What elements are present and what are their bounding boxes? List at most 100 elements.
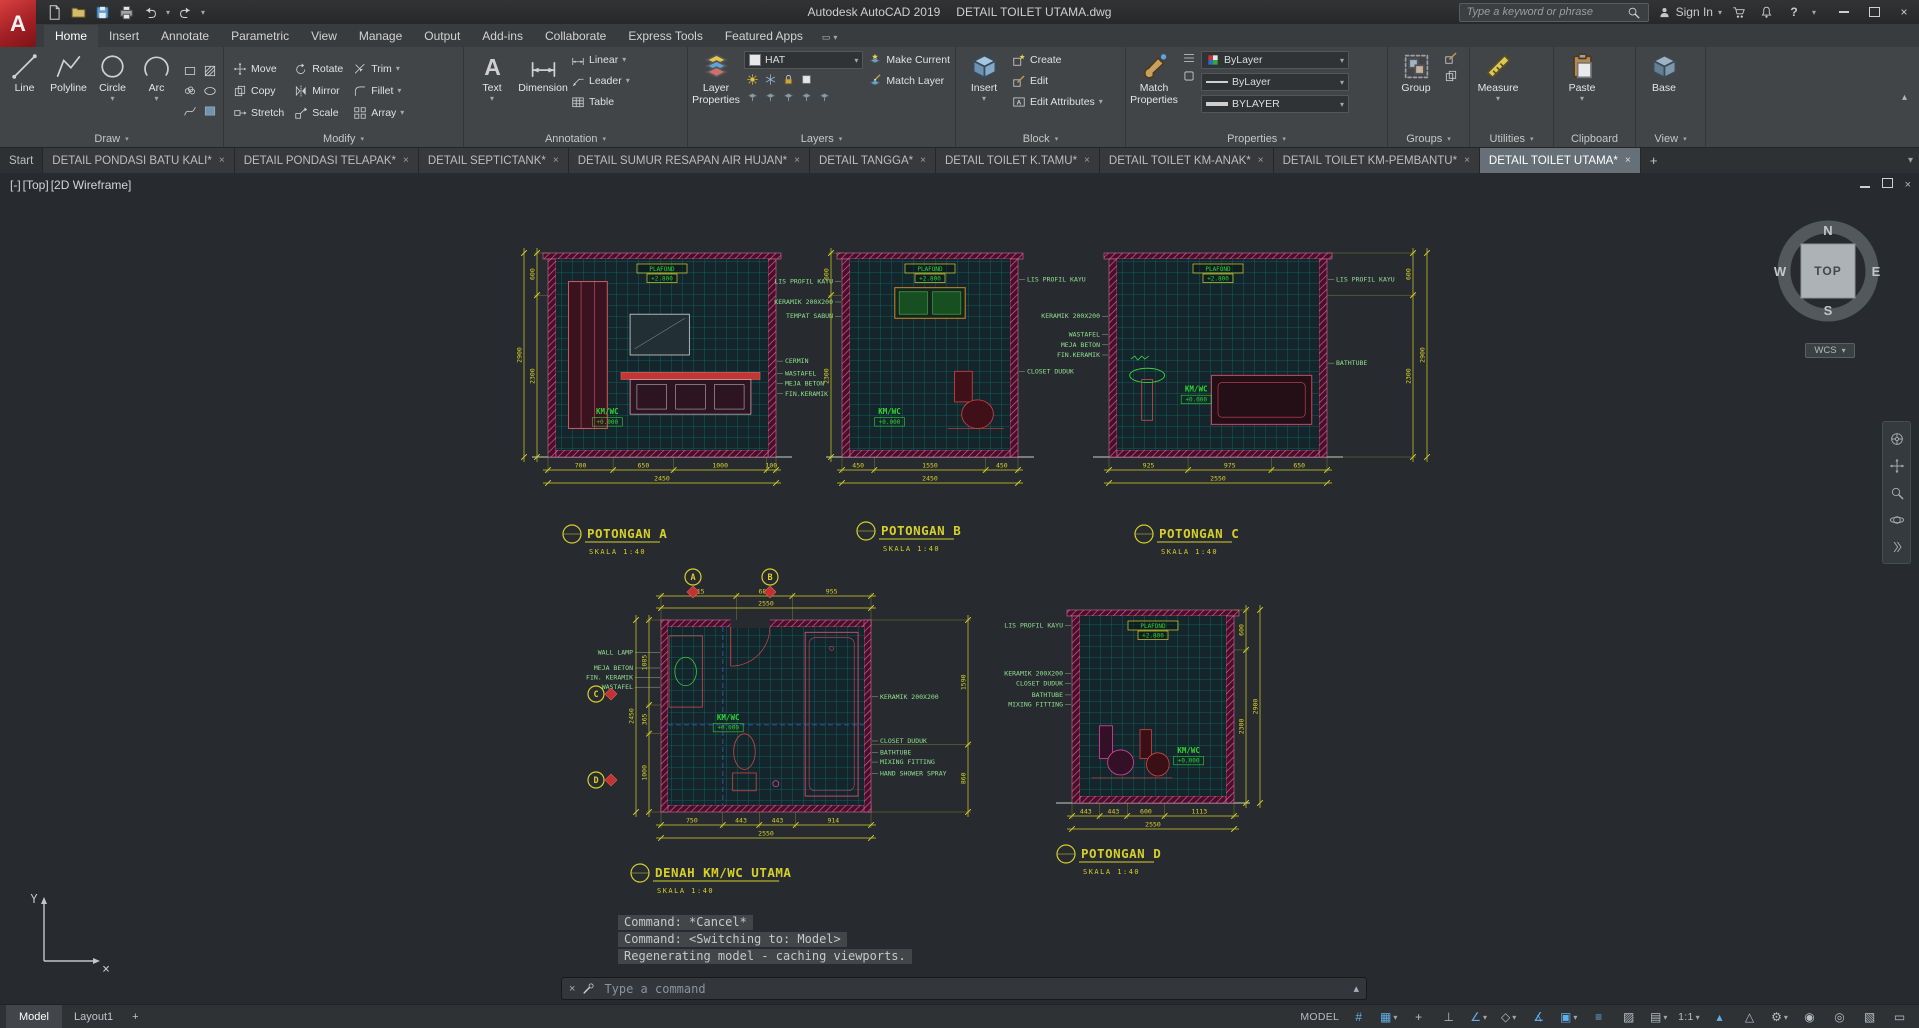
layer-dropdown[interactable]: HAT ▾ <box>744 51 864 69</box>
ribbon-tab-manage[interactable]: Manage <box>348 25 413 47</box>
layer-delete-icon[interactable] <box>818 90 831 103</box>
edit-attributes-button[interactable]: A Edit Attributes ▾ <box>1012 93 1103 110</box>
property-dropdown-0[interactable]: ByLayer ▾ <box>1201 51 1349 69</box>
text-button[interactable]: A Text ▾ <box>469 51 515 130</box>
arc-button[interactable]: Arc ▾ <box>137 51 176 130</box>
layer-on-icon[interactable] <box>746 73 759 86</box>
fillet-button[interactable]: Fillet ▾ <box>353 82 404 99</box>
viewcube-compass[interactable]: N S W E TOP <box>1763 207 1893 337</box>
zoom-icon[interactable] <box>1885 479 1908 506</box>
layer-dropdown-arrow-icon[interactable]: ▾ <box>854 56 858 65</box>
plot-icon[interactable] <box>118 4 135 21</box>
draw-panel-footer[interactable]: Draw ▾ <box>0 130 223 147</box>
measure-button[interactable]: Measure ▾ <box>1475 51 1521 130</box>
file-tab-detail-pondasi-telapak[interactable]: DETAIL PONDASI TELAPAK* × <box>234 148 419 173</box>
layer-unisolate-icon[interactable] <box>764 90 777 103</box>
groups-panel-footer[interactable]: Groups ▾ <box>1388 130 1469 147</box>
ungroup-icon[interactable] <box>1444 69 1458 83</box>
layer-properties-button[interactable]: Layer Properties <box>692 51 740 130</box>
notifications-icon[interactable] <box>1758 3 1776 21</box>
ribbon-tab-output[interactable]: Output <box>413 25 471 47</box>
create-button[interactable]: Create <box>1012 51 1103 68</box>
undo-arrow-icon[interactable]: ▾ <box>166 8 170 17</box>
file-tab-detail-toilet-k-tamu[interactable]: DETAIL TOILET K.TAMU* × <box>935 148 1100 173</box>
file-tab-detail-tangga[interactable]: DETAIL TANGGA* × <box>809 148 936 173</box>
file-tab-close-icon[interactable]: × <box>403 155 409 166</box>
annotation-visibility-icon[interactable]: ▴ <box>1706 1008 1733 1027</box>
ellipse-icon[interactable] <box>201 82 218 99</box>
showmotion-icon[interactable] <box>1885 533 1908 560</box>
orbit-icon[interactable] <box>1885 506 1908 533</box>
property-dropdown-1[interactable]: ByLayer ▾ <box>1201 73 1349 91</box>
viewcube-north[interactable]: N <box>1823 223 1832 238</box>
group-button[interactable]: Group <box>1393 51 1439 130</box>
polyline-button[interactable]: Polyline <box>49 51 88 130</box>
file-tab-close-icon[interactable]: × <box>1084 155 1090 166</box>
graphics-performance-icon[interactable]: ▧ <box>1856 1008 1883 1027</box>
file-tab-close-icon[interactable]: × <box>553 155 559 166</box>
redo-icon[interactable] <box>177 4 194 21</box>
file-tab-close-icon[interactable]: × <box>1625 155 1631 166</box>
sign-in-button[interactable]: Sign In ▾ <box>1658 5 1722 19</box>
viewcube-south[interactable]: S <box>1824 303 1833 318</box>
move-button[interactable]: Move <box>233 60 284 77</box>
layer-color-icon[interactable] <box>800 73 813 86</box>
view-panel-footer[interactable]: View ▾ <box>1636 130 1705 147</box>
doc-close-button[interactable]: × <box>1905 179 1911 191</box>
layer-freeze-new-icon[interactable] <box>782 90 795 103</box>
snap-mode-icon[interactable]: ▦ ▾ <box>1375 1008 1402 1027</box>
command-close-icon[interactable]: × <box>569 983 575 995</box>
new-layout-button[interactable]: + <box>125 1011 145 1023</box>
stretch-button[interactable]: Stretch <box>233 104 284 121</box>
search-input[interactable] <box>1464 5 1625 19</box>
recent-commands-icon[interactable]: ▴ <box>1353 982 1359 995</box>
match-layer-button[interactable]: Match Layer <box>868 72 950 89</box>
file-tab-detail-pondasi-batu-kali[interactable]: DETAIL PONDASI BATU KALI* × <box>43 148 235 173</box>
viewcube-west[interactable]: W <box>1774 264 1787 279</box>
file-tab-close-icon[interactable]: × <box>794 155 800 166</box>
application-menu-button[interactable]: A <box>0 0 36 47</box>
leader-button[interactable]: Leader ▾ <box>571 72 630 89</box>
pan-icon[interactable] <box>1885 452 1908 479</box>
lineweight-icon[interactable]: ≡ <box>1585 1008 1612 1027</box>
make-current-button[interactable]: Make Current <box>868 51 950 68</box>
scale-button[interactable]: Scale <box>294 104 343 121</box>
property-dropdown-2[interactable]: BYLAYER ▾ <box>1201 95 1349 113</box>
ribbon-tab-collaborate[interactable]: Collaborate <box>534 25 617 47</box>
ribbon-tab-featured-apps[interactable]: Featured Apps <box>714 25 814 47</box>
dynamic-input-icon[interactable]: + <box>1405 1008 1432 1027</box>
copy-button[interactable]: Copy <box>233 82 284 99</box>
ribbon-tab-insert[interactable]: Insert <box>98 25 150 47</box>
grid-display-icon[interactable]: # <box>1345 1008 1372 1027</box>
redo-arrow-icon[interactable]: ▾ <box>201 8 205 17</box>
hatch-icon[interactable] <box>201 62 218 79</box>
file-tab-close-icon[interactable]: × <box>219 155 225 166</box>
undo-icon[interactable] <box>142 4 159 21</box>
file-tab-detail-septictank[interactable]: DETAIL SEPTICTANK* × <box>418 148 569 173</box>
clipboard-panel-footer[interactable]: Clipboard <box>1554 130 1635 147</box>
model-space-button[interactable]: MODEL <box>1297 1008 1342 1027</box>
ribbon-tab-view[interactable]: View <box>300 25 348 47</box>
wcs-dropdown[interactable]: WCS ▾ <box>1805 343 1855 358</box>
search-icon[interactable] <box>1625 3 1643 21</box>
ribbon-display-toggle[interactable]: ▭ ▾ <box>822 32 838 43</box>
quick-properties-icon[interactable] <box>1182 69 1196 83</box>
command-input[interactable] <box>602 980 1347 997</box>
file-tab-overflow-icon[interactable]: ▾ <box>1908 148 1913 173</box>
new-tab-button[interactable]: + <box>1641 148 1667 173</box>
properties-panel-footer[interactable]: Properties ▾ <box>1126 130 1387 147</box>
file-tab-close-icon[interactable]: × <box>920 155 926 166</box>
model-tab[interactable]: Model <box>6 1005 62 1028</box>
workspace-switching-icon[interactable]: ⚙ ▾ <box>1766 1008 1793 1027</box>
file-tab-detail-toilet-km-pembantu[interactable]: DETAIL TOILET KM-PEMBANTU* × <box>1273 148 1480 173</box>
layer-lock-icon[interactable] <box>782 73 795 86</box>
base-button[interactable]: Base <box>1641 51 1687 130</box>
viewcube[interactable]: N S W E TOP WCS ▾ <box>1763 207 1897 358</box>
annotation-monitor-icon[interactable]: ◉ <box>1796 1008 1823 1027</box>
layer-merge-icon[interactable] <box>800 90 813 103</box>
autoscale-icon[interactable]: △ <box>1736 1008 1763 1027</box>
ribbon-tab-annotate[interactable]: Annotate <box>150 25 220 47</box>
object-snap-icon[interactable]: ▣ ▾ <box>1555 1008 1582 1027</box>
file-tab-close-icon[interactable]: × <box>1258 155 1264 166</box>
ribbon-tab-express-tools[interactable]: Express Tools <box>617 25 713 47</box>
